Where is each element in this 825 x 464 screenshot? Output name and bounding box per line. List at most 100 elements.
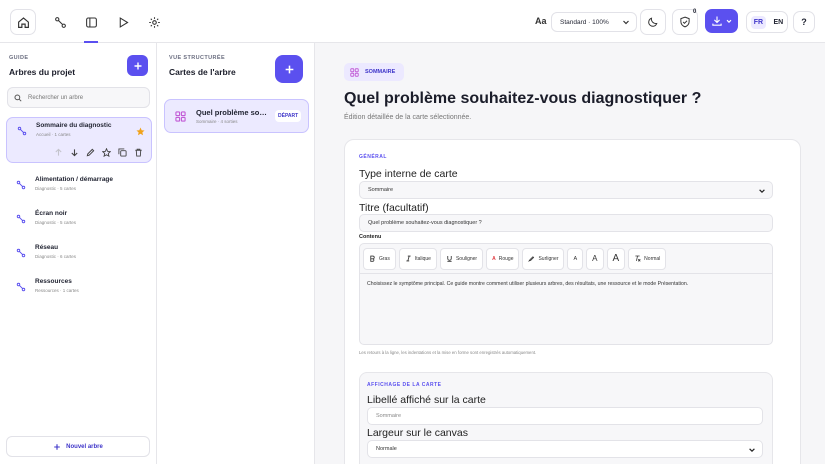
width-select[interactable]: Normale [367, 440, 763, 458]
present-button[interactable] [110, 9, 136, 35]
panel-title: Cartes de l'arbre [169, 67, 236, 77]
gear-icon [148, 16, 160, 28]
home-icon [17, 16, 29, 28]
page-title: Quel problème souhaitez-vous diagnostiqu… [344, 90, 702, 107]
download-icon [711, 16, 722, 26]
tree-icon [17, 126, 27, 136]
card-label-input[interactable]: Sommaire [367, 407, 763, 425]
edit-icon[interactable] [86, 148, 95, 157]
arrow-up-icon[interactable] [54, 148, 63, 157]
lang-fr-button[interactable]: FR [750, 15, 767, 29]
trees-panel: GUIDE Arbres du projet Rechercher un arb… [0, 43, 157, 464]
new-tree-button[interactable]: Nouvel arbre [6, 436, 150, 457]
card-item[interactable]: Quel problème souhaitez-vous diagnostiqu… [164, 99, 309, 133]
bold-icon [370, 255, 375, 262]
star-outline-icon[interactable] [102, 148, 111, 157]
tree-item-meta: Ressources · 1 cartes [35, 288, 79, 293]
underline-icon [447, 256, 452, 262]
export-button[interactable] [705, 9, 738, 33]
tree-search-input[interactable]: Rechercher un arbre [7, 87, 150, 108]
workflow-button[interactable] [47, 9, 73, 35]
shield-check-icon [680, 16, 690, 28]
play-icon [119, 16, 129, 28]
chevron-down-icon [623, 20, 629, 25]
pill-label: SOMMAIRE [365, 69, 396, 75]
tree-icon [16, 214, 26, 224]
section-display-label: AFFICHAGE DE LA CARTE [367, 382, 442, 388]
font-medium-button[interactable]: A [586, 247, 604, 270]
red-label: Rouge [498, 255, 514, 262]
type-select[interactable]: Sommaire [359, 181, 773, 199]
tree-item-meta: Diagnostic · 5 cartes [35, 220, 77, 225]
card-form: GÉNÉRAL Type interne de carte Sommaire T… [344, 139, 801, 464]
zoom-select[interactable]: Standard · 100% [551, 12, 637, 32]
zoom-value: Standard · 100% [560, 18, 609, 26]
tree-item-reseau[interactable]: Réseau Diagnostic · 6 cartes [6, 240, 152, 270]
chevron-down-icon [749, 448, 755, 453]
add-tree-button[interactable] [127, 55, 148, 76]
underline-label: Souligner [455, 255, 478, 262]
panel-title: Arbres du projet [9, 67, 76, 77]
red-a-icon: A [492, 255, 496, 262]
settings-button[interactable] [141, 9, 167, 35]
tree-item-sommaire[interactable]: Sommaire du diagnostic Accueil · 1 carte… [6, 117, 152, 163]
add-card-button[interactable] [275, 55, 303, 83]
duplicate-icon[interactable] [118, 148, 127, 157]
tree-item-alimentation[interactable]: Alimentation / démarrage Diagnostic · 5 … [6, 172, 152, 202]
search-icon [14, 93, 22, 102]
sidebar-view-button[interactable] [78, 9, 104, 35]
summary-grid-icon [175, 111, 186, 122]
panel-kicker: VUE STRUCTURÉE [169, 55, 226, 61]
red-button[interactable]: A Rouge [486, 247, 520, 270]
italic-button[interactable]: Italique [398, 247, 437, 270]
new-tree-label: Nouvel arbre [66, 443, 103, 450]
width-label: Largeur sur le canvas [367, 427, 468, 439]
chevron-down-icon [726, 19, 731, 23]
start-badge: DÉPART [275, 110, 302, 122]
tree-item-meta: Diagnostic · 6 cartes [35, 254, 77, 259]
font-medium-label: A [592, 254, 598, 263]
title-field[interactable]: Quel problème souhaitez-vous diagnostiqu… [359, 214, 773, 232]
card-label-label: Libellé affiché sur la carte [367, 394, 486, 406]
bold-button[interactable]: Gras [363, 247, 396, 270]
card-meta: Sommaire · 4 sorties [196, 119, 238, 124]
normal-label: Normal [644, 255, 661, 262]
tree-item-ecran-noir[interactable]: Écran noir Diagnostic · 5 cartes [6, 206, 152, 236]
font-small-button[interactable]: A [567, 247, 584, 270]
text-size-label[interactable]: Aa [535, 16, 547, 26]
underline-button[interactable]: Souligner [439, 247, 484, 270]
clear-format-button[interactable]: Normal [628, 247, 667, 270]
top-bar: Aa Standard · 100% 0 FR EN ? [0, 0, 825, 43]
validation-count-badge: 0 [693, 9, 697, 15]
tree-item-name: Alimentation / démarrage [35, 176, 114, 183]
tree-item-meta: Accueil · 1 cartes [36, 132, 71, 137]
lang-en-button[interactable]: EN [774, 19, 784, 26]
arrow-down-icon[interactable] [70, 148, 79, 157]
help-button[interactable]: ? [793, 11, 815, 33]
highlight-button[interactable]: Surligner [522, 247, 565, 270]
tree-icon [16, 248, 26, 258]
width-value: Normale [376, 446, 397, 452]
chevron-down-icon [759, 189, 765, 194]
tree-item-name: Ressources [35, 278, 72, 285]
trash-icon[interactable] [134, 148, 143, 157]
type-label: Type interne de carte [359, 168, 458, 180]
home-button[interactable] [10, 9, 36, 35]
bold-label: Gras [379, 255, 390, 262]
type-value: Sommaire [368, 187, 394, 193]
card-editor: SOMMAIRE Quel problème souhaitez-vous di… [315, 43, 825, 464]
tree-item-meta: Diagnostic · 5 cartes [35, 186, 77, 191]
tree-item-ressources[interactable]: Ressources Ressources · 1 cartes [6, 274, 152, 304]
plus-icon [54, 443, 60, 450]
tree-icon [16, 282, 26, 292]
content-editor[interactable]: Gras Italique Souligner A Rouge Surligne… [359, 243, 773, 345]
dark-mode-button[interactable] [640, 9, 666, 35]
font-large-button[interactable]: A [606, 247, 626, 270]
font-small-label: A [573, 255, 578, 262]
card-type-pill: SOMMAIRE [344, 63, 404, 81]
section-general-label: GÉNÉRAL [359, 154, 387, 160]
star-filled-icon[interactable] [136, 127, 145, 136]
content-label: Contenu [359, 234, 382, 240]
tree-item-name: Sommaire du diagnostic [36, 122, 112, 129]
page-description: Édition détaillée de la carte sélectionn… [344, 114, 472, 121]
